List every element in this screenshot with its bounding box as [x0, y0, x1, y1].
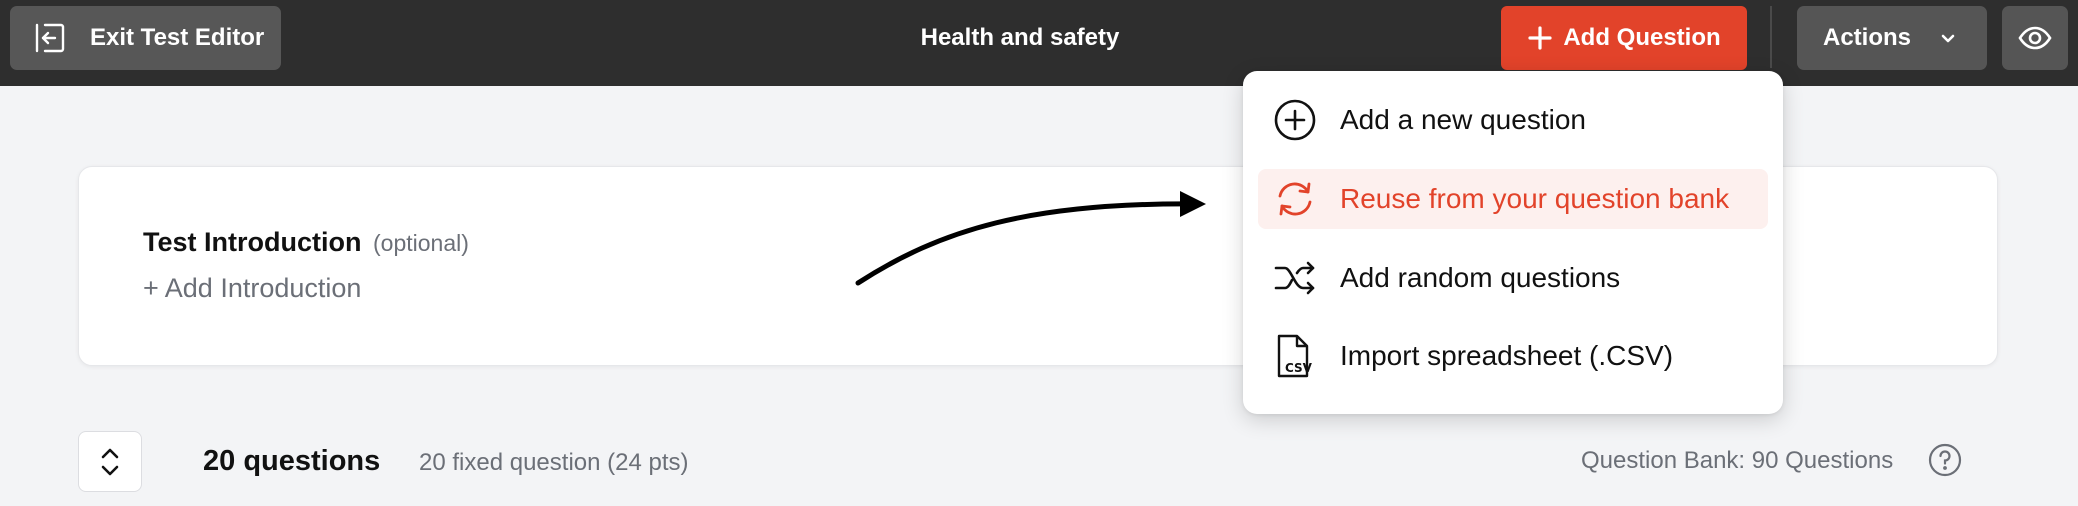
- add-introduction-link[interactable]: + Add Introduction: [143, 273, 361, 304]
- menu-item-label: Import spreadsheet (.CSV): [1340, 340, 1674, 371]
- question-count: 20 questions: [203, 445, 381, 477]
- add-question-button[interactable]: Add Question: [1501, 6, 1747, 70]
- test-introduction-title: Test Introduction: [143, 227, 362, 257]
- reorder-button[interactable]: [78, 431, 142, 492]
- csv-file-icon: CSV: [1273, 334, 1317, 378]
- annotation-arrow: [855, 191, 1206, 286]
- menu-item-add-new-question[interactable]: Add a new question: [1258, 90, 1768, 150]
- menu-item-add-random-questions[interactable]: Add random questions: [1258, 248, 1768, 308]
- menu-item-label: Add random questions: [1340, 262, 1621, 293]
- shuffle-icon: [1273, 256, 1317, 300]
- exit-icon: [33, 21, 67, 55]
- refresh-icon: [1273, 177, 1317, 221]
- question-bank-count: Question Bank: 90 Questions: [1581, 447, 1894, 474]
- header-divider: [1770, 6, 1772, 68]
- svg-text:CSV: CSV: [1285, 361, 1313, 375]
- test-introduction-heading: Test Introduction (optional): [143, 227, 469, 258]
- actions-label: Actions: [1823, 24, 1912, 51]
- page-title: Health and safety: [920, 24, 1120, 51]
- help-icon[interactable]: [1928, 443, 1962, 477]
- chevron-up-down-icon: [98, 446, 122, 478]
- chevron-down-icon: [1939, 29, 1957, 47]
- actions-button[interactable]: Actions: [1797, 6, 1987, 70]
- eye-icon: [2018, 26, 2052, 50]
- exit-test-editor-button[interactable]: Exit Test Editor: [10, 6, 281, 70]
- preview-button[interactable]: [2002, 6, 2068, 70]
- exit-test-editor-label: Exit Test Editor: [90, 24, 265, 51]
- menu-item-label: Add a new question: [1340, 104, 1586, 135]
- add-question-label: Add Question: [1563, 24, 1721, 51]
- plus-icon: [1527, 25, 1553, 51]
- menu-item-label: Reuse from your question bank: [1340, 183, 1730, 214]
- menu-item-reuse-question-bank[interactable]: Reuse from your question bank: [1258, 169, 1768, 229]
- fixed-question-summary: 20 fixed question (24 pts): [419, 449, 689, 476]
- menu-item-import-spreadsheet[interactable]: CSV Import spreadsheet (.CSV): [1258, 326, 1768, 386]
- plus-circle-icon: [1273, 98, 1317, 142]
- add-question-dropdown: Add a new question Reuse from your quest…: [1243, 71, 1783, 414]
- optional-label: (optional): [373, 230, 469, 256]
